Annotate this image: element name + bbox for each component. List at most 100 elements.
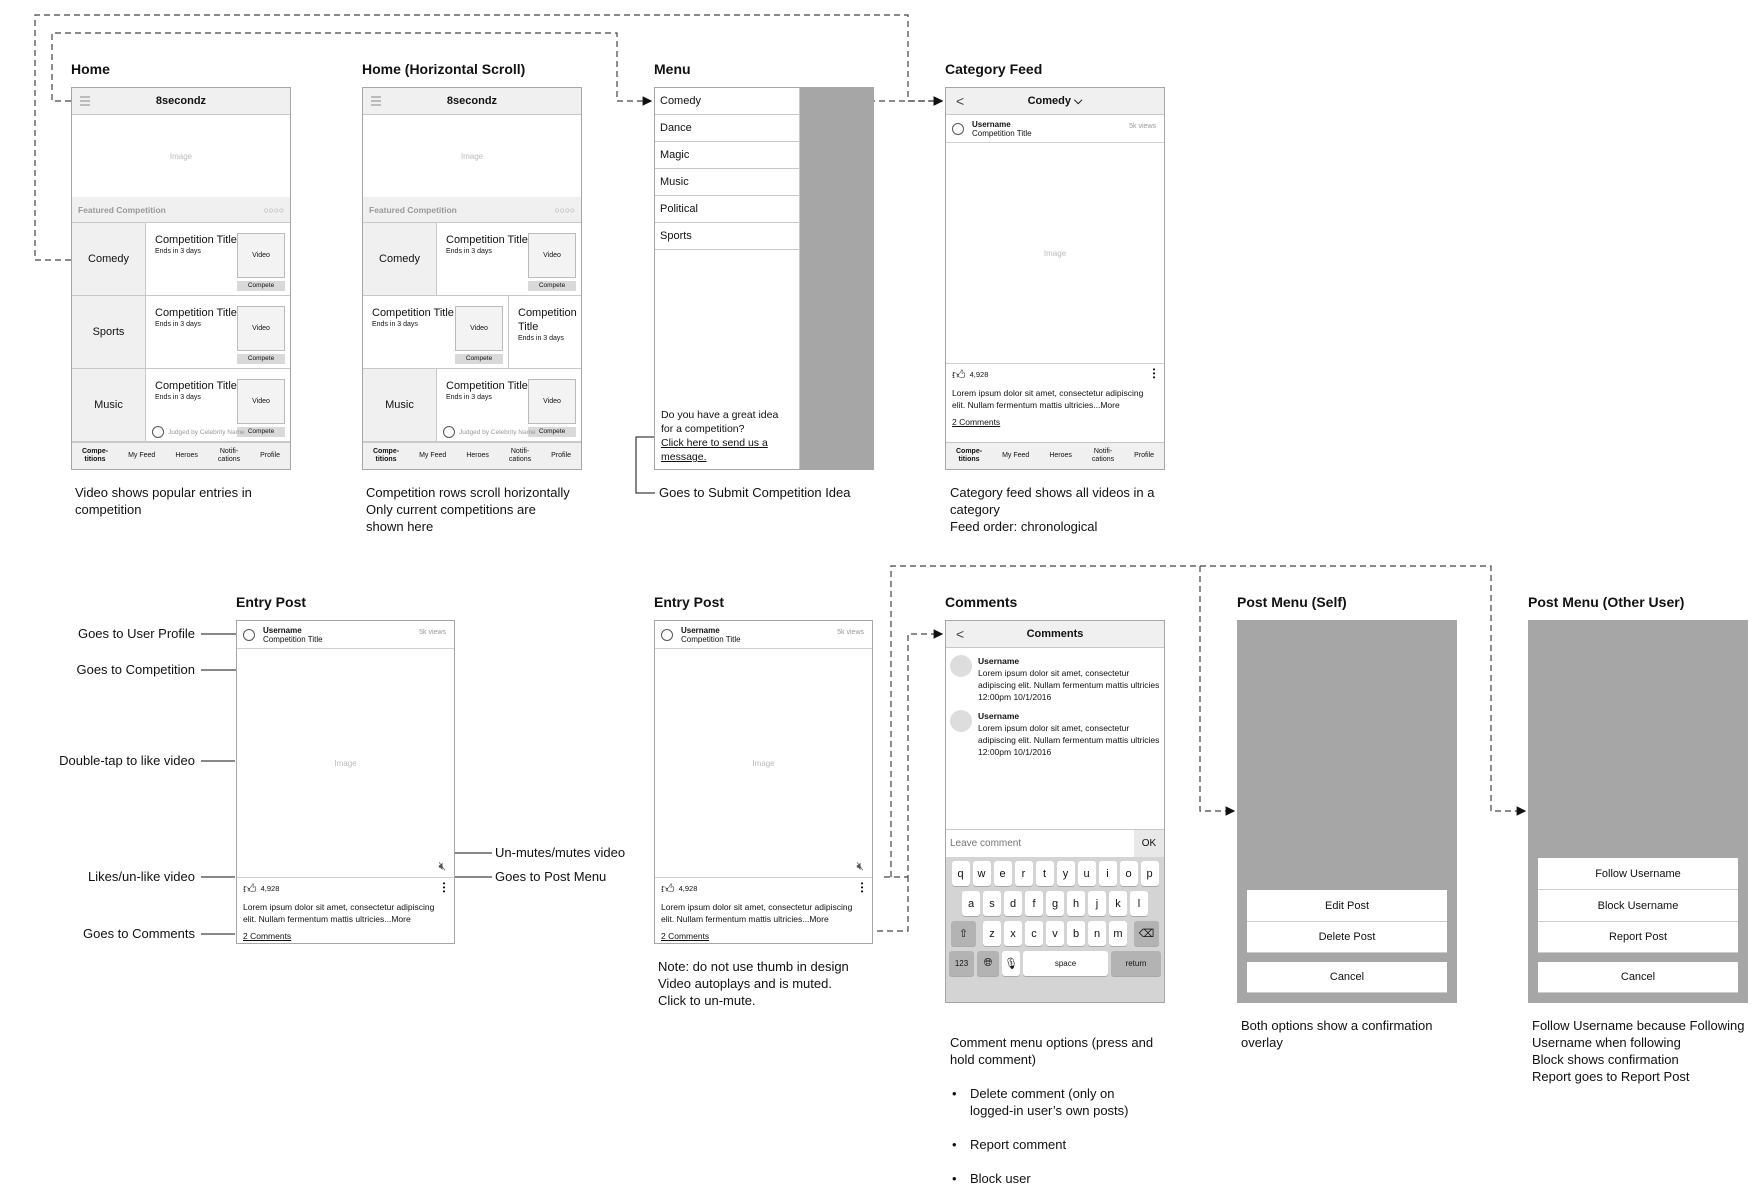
comment-item[interactable]: Username Lorem ipsum dolor sit amet, cons…: [946, 648, 1164, 703]
competition-title[interactable]: Competition Title: [446, 234, 528, 246]
edit-post-button[interactable]: Edit Post: [1247, 890, 1447, 922]
more-vertical-icon[interactable]: • • •: [860, 880, 864, 896]
key-v[interactable]: v: [1046, 921, 1064, 946]
key-m[interactable]: m: [1109, 921, 1127, 946]
thumbs-up-icon[interactable]: 👍︎: [952, 367, 966, 383]
key-i[interactable]: i: [1098, 861, 1117, 886]
competition-link[interactable]: Competition Title: [681, 635, 741, 644]
key-w[interactable]: w: [972, 861, 991, 886]
competition-title[interactable]: Competition Title: [155, 234, 237, 246]
menu-overlay[interactable]: [800, 88, 874, 469]
user-avatar-icon[interactable]: [952, 122, 964, 135]
tab-heroes[interactable]: Heroes: [175, 452, 198, 460]
commenter-avatar[interactable]: [950, 710, 972, 732]
tab-profile[interactable]: Profile: [260, 452, 280, 460]
hamburger-menu-icon[interactable]: [80, 96, 90, 106]
key-r[interactable]: r: [1014, 861, 1033, 886]
competition-title[interactable]: Competition Title: [155, 307, 237, 319]
category-cell[interactable]: Sports: [72, 296, 146, 368]
key-b[interactable]: b: [1067, 921, 1085, 946]
key-g[interactable]: g: [1046, 891, 1064, 916]
comment-item[interactable]: Username Lorem ipsum dolor sit amet, cons…: [946, 703, 1164, 758]
block-username-button[interactable]: Block Username: [1538, 890, 1738, 922]
key-j[interactable]: j: [1088, 891, 1106, 916]
ok-button[interactable]: OK: [1134, 830, 1164, 857]
competition-title[interactable]: Competition Title: [372, 307, 454, 319]
competition-title[interactable]: Competition Title: [446, 380, 528, 392]
back-chevron-icon[interactable]: <: [956, 93, 964, 109]
thumbs-up-icon[interactable]: 👍︎: [243, 881, 257, 897]
menu-item-music[interactable]: Music: [655, 169, 799, 196]
tab-profile[interactable]: Profile: [1134, 452, 1154, 460]
tab-heroes[interactable]: Heroes: [466, 452, 489, 460]
mute-icon[interactable]: 🔇︎: [438, 859, 446, 874]
video-thumb[interactable]: Video: [528, 379, 576, 424]
more-vertical-icon[interactable]: • • •: [1152, 366, 1156, 382]
microphone-key-icon[interactable]: 🎙︎: [1002, 951, 1020, 976]
back-chevron-icon[interactable]: <: [956, 626, 964, 642]
pager-dots[interactable]: ○○○○: [554, 205, 575, 215]
key-o[interactable]: o: [1119, 861, 1138, 886]
key-e[interactable]: e: [993, 861, 1012, 886]
video-thumb[interactable]: Video: [528, 233, 576, 278]
category-cell[interactable]: Music: [72, 369, 146, 441]
comment-input[interactable]: [946, 830, 1134, 857]
post-video[interactable]: Image 🔇︎: [237, 649, 454, 877]
key-l[interactable]: l: [1130, 891, 1148, 916]
comments-link[interactable]: 2 Comments: [237, 927, 454, 943]
category-dropdown[interactable]: Comedy ⌵: [1028, 95, 1083, 108]
tab-profile[interactable]: Profile: [551, 452, 571, 460]
globe-key-icon[interactable]: 🌐︎: [977, 951, 999, 976]
key-f[interactable]: f: [1025, 891, 1043, 916]
key-p[interactable]: p: [1140, 861, 1159, 886]
category-cell[interactable]: Comedy: [363, 223, 437, 295]
category-cell[interactable]: Comedy: [72, 223, 146, 295]
key-c[interactable]: c: [1025, 921, 1043, 946]
report-post-button[interactable]: Report Post: [1538, 922, 1738, 953]
key-a[interactable]: a: [962, 891, 980, 916]
mute-icon[interactable]: 🔇︎: [856, 859, 864, 874]
menu-item-sports[interactable]: Sports: [655, 223, 799, 250]
tab-my-feed[interactable]: My Feed: [128, 452, 155, 460]
menu-item-dance[interactable]: Dance: [655, 115, 799, 142]
video-thumb[interactable]: Video: [455, 306, 503, 351]
user-avatar-icon[interactable]: [661, 628, 673, 641]
shift-key-icon[interactable]: ⇧: [951, 921, 976, 946]
backspace-key-icon[interactable]: ⌫: [1134, 921, 1159, 946]
key-z[interactable]: z: [983, 921, 1001, 946]
key-u[interactable]: u: [1077, 861, 1096, 886]
key-k[interactable]: k: [1109, 891, 1127, 916]
cancel-button[interactable]: Cancel: [1538, 962, 1738, 993]
competition-row-scrolled[interactable]: Competition Title Ends in 3 days Video Com…: [363, 296, 581, 369]
tab-notifications[interactable]: Notifi- cations: [509, 448, 531, 464]
compete-button[interactable]: Compete: [528, 280, 576, 291]
tab-competitions[interactable]: Compe- titions: [956, 448, 982, 464]
return-key[interactable]: return: [1111, 951, 1161, 976]
competition-link[interactable]: Competition Title: [263, 635, 323, 644]
key-h[interactable]: h: [1067, 891, 1085, 916]
competition-title[interactable]: Competition Title: [155, 380, 237, 392]
competition-link[interactable]: Competition Title: [972, 129, 1032, 138]
menu-item-comedy[interactable]: Comedy: [655, 88, 799, 115]
space-key[interactable]: space: [1023, 951, 1108, 976]
comment-username[interactable]: Username: [978, 656, 1019, 666]
post-video[interactable]: Image 🔇︎: [655, 649, 872, 877]
video-thumb[interactable]: Video: [237, 233, 285, 278]
video-thumb[interactable]: Video: [237, 379, 285, 424]
video-thumb[interactable]: Video: [237, 306, 285, 351]
key-d[interactable]: d: [1004, 891, 1022, 916]
numbers-key[interactable]: 123: [949, 951, 974, 976]
tab-competitions[interactable]: Compe- titions: [82, 448, 108, 464]
comments-link[interactable]: 2 Comments: [946, 413, 1164, 431]
compete-button[interactable]: Compete: [237, 353, 285, 364]
tab-my-feed[interactable]: My Feed: [1002, 452, 1029, 460]
username[interactable]: Username: [681, 626, 741, 635]
post-video[interactable]: Image: [946, 143, 1164, 363]
menu-item-magic[interactable]: Magic: [655, 142, 799, 169]
key-s[interactable]: s: [983, 891, 1001, 916]
idea-link[interactable]: Click here to send us a message.: [661, 436, 791, 464]
key-n[interactable]: n: [1088, 921, 1106, 946]
post-menu-self-screen[interactable]: Edit Post Delete Post Cancel: [1237, 620, 1457, 1003]
thumbs-up-icon[interactable]: 👍︎: [661, 881, 675, 897]
cancel-button[interactable]: Cancel: [1247, 962, 1447, 993]
